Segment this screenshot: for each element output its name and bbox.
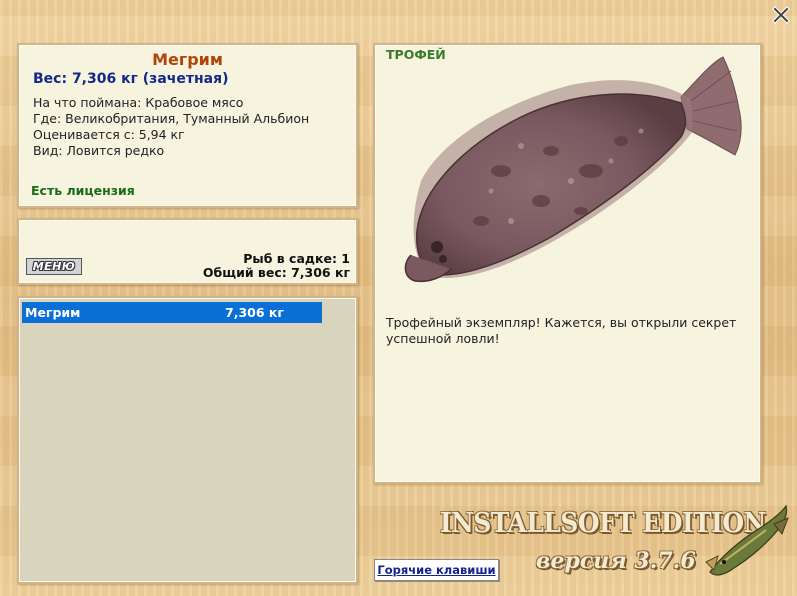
kind-info: Вид: Ловится редко (33, 143, 165, 158)
pike-icon (705, 504, 789, 576)
list-item-weight: 7,306 кг (225, 305, 284, 320)
fish-name: Мегрим (152, 50, 223, 69)
rating-info: Оценивается с: 5,94 кг (33, 127, 185, 142)
version-label: версия 3.7.6 (536, 548, 696, 574)
trophy-description: Трофейный экземпляр! Кажется, вы открыли… (386, 315, 737, 346)
location-info: Где: Великобритания, Туманный Альбион (33, 111, 310, 126)
trophy-label: ТРОФЕЙ (386, 47, 446, 62)
fish-weight: Вес: 7,306 кг (зачетная) (33, 71, 229, 87)
total-weight: Общий вес: 7,306 кг (202, 265, 350, 280)
list-item-name: Мегрим (25, 305, 81, 320)
license-status: Есть лицензия (31, 183, 135, 198)
bait-info: На что поймана: Крабовое мясо (33, 95, 244, 110)
fish-info-panel: Мегрим Вес: 7,306 кг (зачетная) На что п… (17, 43, 358, 208)
catch-list-panel: Мегрим 7,306 кг (17, 296, 358, 584)
list-item[interactable]: Мегрим 7,306 кг (22, 302, 322, 323)
flatfish-image (404, 56, 742, 283)
trophy-panel: ТРОФЕЙ Трофейный экземпляр! Кажется, вы … (373, 43, 762, 484)
keepnet-summary-panel: МЕНЮ Рыб в садке: 1 Общий вес: 7,306 кг (17, 218, 358, 285)
close-icon[interactable] (772, 6, 790, 24)
hotkeys-button[interactable]: Горячие клавиши (374, 559, 499, 581)
menu-button[interactable]: МЕНЮ (26, 258, 82, 275)
fish-count: Рыб в садке: 1 (243, 251, 350, 266)
